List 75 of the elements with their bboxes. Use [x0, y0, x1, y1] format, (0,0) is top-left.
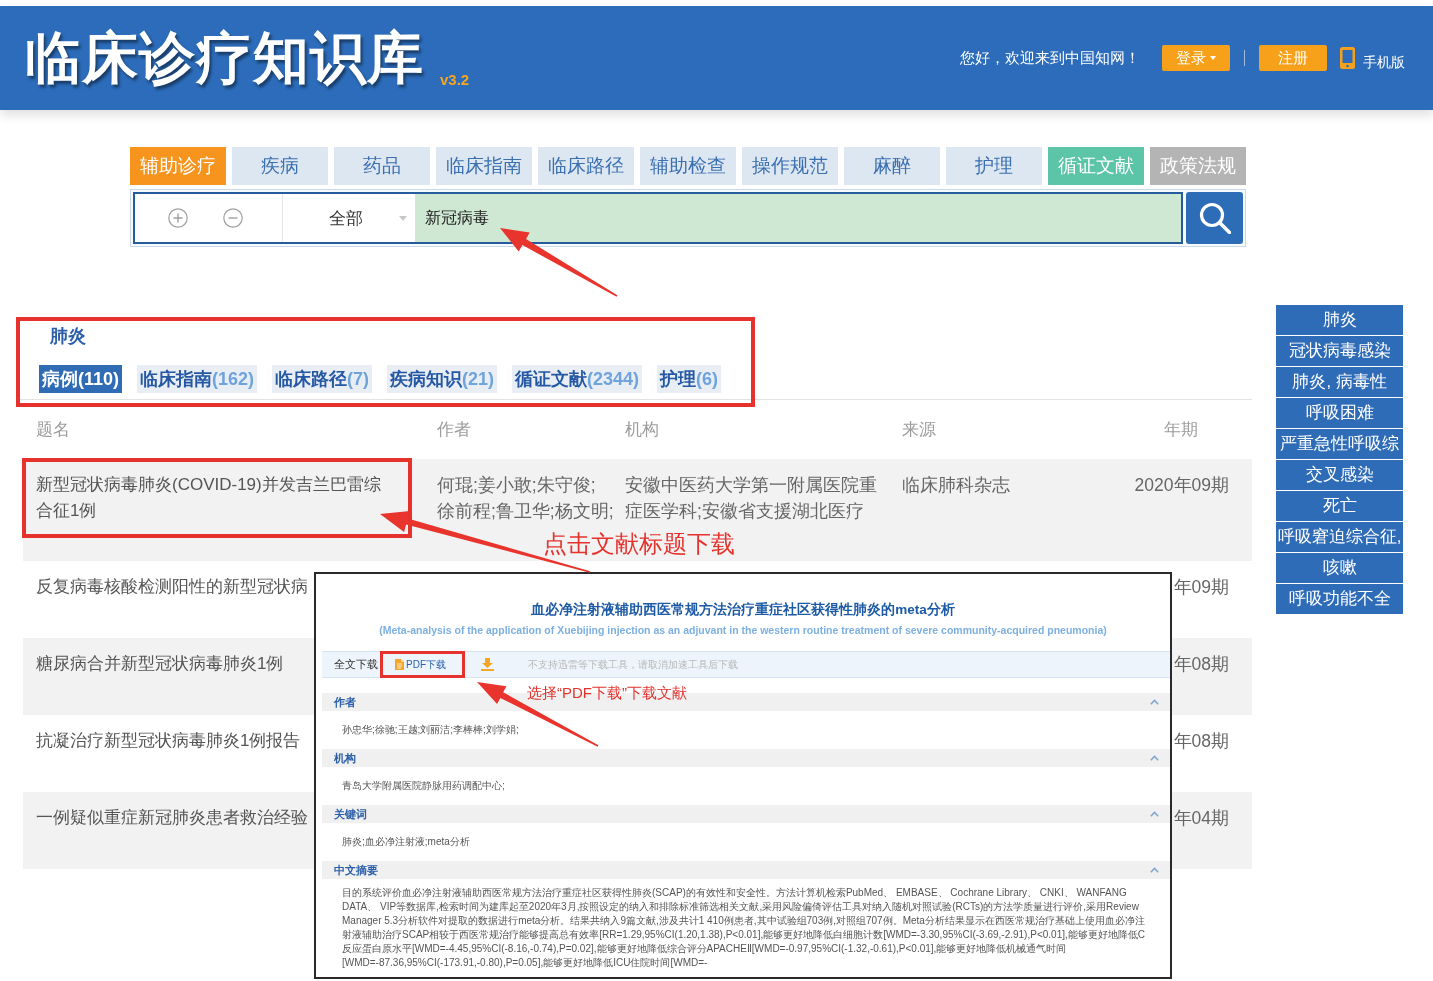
section-text: 肺炎;血必净注射液;meta分析: [342, 835, 470, 849]
keyword-tag[interactable]: 严重急性呼吸综: [1276, 429, 1403, 459]
keyword-tag[interactable]: 咳嗽: [1276, 553, 1403, 583]
category-tab[interactable]: 循证文献(2344): [512, 365, 643, 393]
greeting-text: 您好，欢迎来到中国知网！: [960, 48, 1140, 68]
keyword-tag[interactable]: 肺炎, 病毒性: [1276, 367, 1403, 397]
nav-tab[interactable]: 疾病: [232, 147, 328, 185]
table-cell-text: 2020年09期: [1134, 474, 1229, 497]
table-cell-text: 年04期: [1173, 807, 1229, 830]
document-icon: [395, 659, 404, 670]
category-tab[interactable]: 临床路径(7): [272, 365, 373, 393]
article-title: 血必净注射液辅助西医常规方法治疗重症社区获得性肺炎的meta分析: [530, 601, 956, 619]
keyword-tag[interactable]: 肺炎: [1276, 305, 1403, 335]
nav-tab[interactable]: 临床路径: [538, 147, 634, 185]
column-header: 年期: [1164, 419, 1198, 441]
chevron-up-icon[interactable]: [1150, 699, 1159, 705]
article-title-link[interactable]: 糖尿病合并新型冠状病毒肺炎1例: [36, 651, 284, 677]
keyword-tag[interactable]: 死亡: [1276, 491, 1403, 521]
search-field[interactable]: 新冠病毒: [415, 194, 1181, 242]
category-tab[interactable]: 临床指南(162): [137, 365, 258, 393]
download-label: 全文下载: [334, 657, 378, 672]
category-tab[interactable]: 病例(110): [39, 365, 123, 393]
download-icon[interactable]: [481, 658, 494, 671]
section-text: 青岛大学附属医院静脉用药调配中心;: [342, 779, 505, 793]
category-tab[interactable]: 疾病知识(21): [387, 365, 498, 393]
section-title: 作者: [334, 694, 356, 710]
search-icon: [1198, 202, 1231, 234]
section-title: 中文摘要: [334, 862, 378, 878]
mobile-link[interactable]: 手机版: [1363, 54, 1405, 72]
chevron-up-icon[interactable]: [1150, 755, 1159, 761]
keyword-tag[interactable]: 呼吸功能不全: [1276, 584, 1403, 614]
nav-tab[interactable]: 药品: [334, 147, 430, 185]
nav-tab[interactable]: 临床指南: [436, 147, 532, 185]
callout-text: 点击文献标题下载: [543, 532, 735, 556]
column-header: 题名: [36, 419, 70, 441]
category-heading: 肺炎: [50, 325, 86, 348]
table-cell-text: 临床肺科杂志: [902, 474, 1011, 497]
column-header: 来源: [902, 419, 936, 441]
nav-tab[interactable]: 麻醉: [844, 147, 940, 185]
site-title: 临床诊疗知识库: [25, 30, 424, 86]
section-text: 目的系统评价血必净注射液辅助西医常规方法治疗重症社区获得性肺炎(SCAP)的有效性和安全性。方法计算机检索PubMed、 EMBASE、 Cochrane Library、 CNKI、 WANFANG DATA、 VIP等数据库,检索时间为建库起至2020年3月,按照设定的纳入和排除标准筛选相关文献,采用风险偏倚评估工具对纳入随机对照试验(RCTs)的方法学质量进行评价,采用Review Manager 5.3分析软件对提取的数据进行meta分析。结果共纳入9篇文献,涉及共计1 410例患者,其中试验组703例,对照组707例。Meta分析结果显示在西医常规治疗基础上使用血必净注射液辅助治疗SCAP相较于西医常规治疗能够提高总有效率[RR=1.29,95%CI(1.20,1.38),P<0.01],能够更好地降低白细胞计数[WMD=-3.30,95%CI(-3.69,-2.91),P<0.01],能够更好地降低C反应蛋白原水平[WMD=-4.45,95%CI(-8.16,-0.74),P=0.02],能够更好地降低综合评分APACHEⅡ[WMD=-0.97,95%CI(-1.32,-0.61),P<0.01],能够更好地降低机械通气时间[WMD=-87.36,95%CI(-173.91,-0.80),P=0.05],能够更好地降低ICU住院时间[WMD=-: [342, 886, 1146, 970]
table-cell-text: 年09期: [1173, 576, 1229, 599]
article-title-link[interactable]: 抗凝治疗新型冠状病毒肺炎1例报告: [36, 728, 301, 754]
keyword-tag[interactable]: 呼吸困难: [1276, 398, 1403, 428]
nav-tab[interactable]: 辅助检查: [640, 147, 736, 185]
plus-circle-icon[interactable]: [168, 208, 188, 228]
callout-text: 选择“PDF下载”下载文献: [527, 684, 687, 702]
keyword-tag[interactable]: 交叉感染: [1276, 460, 1403, 490]
caret-icon: [399, 215, 407, 221]
chevron-up-icon[interactable]: [1150, 867, 1159, 873]
article-subtitle: (Meta-analysis of the application of Xuebijing injection as an adjuvant in the western routine treatment of severe community-acquired pneumonia): [378, 623, 1108, 637]
chevron-up-icon[interactable]: [1150, 811, 1159, 817]
article-title-link[interactable]: 反复病毒核酸检测阳性的新型冠状病: [36, 574, 308, 600]
search-button[interactable]: [1186, 192, 1243, 244]
keyword-tag[interactable]: 呼吸窘迫综合征,: [1276, 522, 1403, 552]
nav-tab[interactable]: 操作规范: [742, 147, 838, 185]
section-title: 关键词: [334, 806, 367, 822]
table-cell-text: 安徽中医药大学第一附属医院重症医学科;安徽省支援湖北医疗: [625, 474, 878, 523]
keyword-tag[interactable]: 冠状病毒感染: [1276, 336, 1403, 366]
phone-icon[interactable]: [1340, 47, 1355, 69]
table-cell-text: 年08期: [1173, 730, 1229, 753]
pdf-download-button[interactable]: PDF下载: [395, 657, 446, 672]
table-cell-text: 年08期: [1173, 653, 1229, 676]
column-header: 机构: [625, 419, 659, 441]
minus-circle-icon[interactable]: [223, 208, 243, 228]
nav-tab[interactable]: 护理: [946, 147, 1042, 185]
column-header: 作者: [437, 419, 471, 441]
article-title-link[interactable]: 一例疑似重症新冠肺炎患者救治经验: [36, 805, 308, 831]
section-text: 孙忠华;徐驰;王越;刘丽洁;李棒棒;刘学娟;: [342, 723, 519, 737]
version-label: v3.2: [440, 71, 470, 88]
category-tab[interactable]: 护理(6): [657, 365, 722, 393]
caret-icon: [1210, 56, 1216, 60]
table-cell-text: 何琨;姜小敢;朱守俊;徐前程;鲁卫华;杨文明;: [437, 474, 615, 523]
article-title-link[interactable]: 新型冠状病毒肺炎(COVID-19)并发吉兰巴雷综合征1例: [36, 472, 392, 524]
section-title: 机构: [334, 750, 356, 766]
